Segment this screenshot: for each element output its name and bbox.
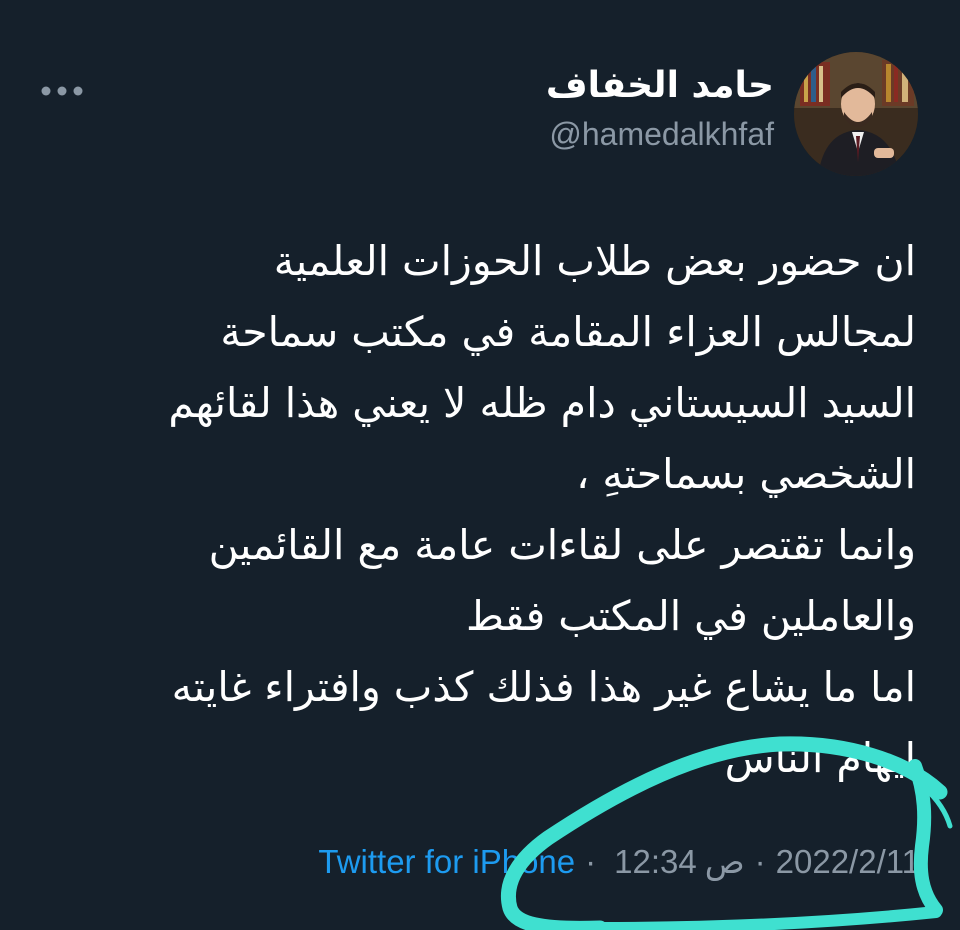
meta-separator: · [754, 843, 766, 880]
author-display-name[interactable]: حامد الخفاف [546, 62, 774, 110]
tweet-line: السيد السيستاني دام ظله لا يعني هذا لقائ… [168, 379, 916, 427]
avatar[interactable] [794, 52, 918, 176]
meta-separator: · [585, 843, 597, 880]
tweet-card: حامد الخفاف @hamedalkhfaf ان حضور بعض طل… [0, 0, 960, 930]
tweet-line: وانما تقتصر على لقاءات عامة مع القائمين [208, 521, 916, 569]
tweet-line: ايهام الناس [724, 734, 916, 782]
tweet-line: الشخصي بسماحتهِ ، [576, 450, 916, 498]
tweet-text: ان حضور بعض طلاب الحوزات العلمية لمجالس … [36, 226, 916, 794]
author-handle[interactable]: @hamedalkhfaf [549, 112, 774, 156]
time-period: ص [704, 843, 745, 880]
avatar-photo [794, 52, 918, 176]
more-options-button[interactable] [36, 76, 88, 106]
more-horizontal-icon [41, 86, 83, 96]
tweet-line: اما ما يشاع غير هذا فذلك كذب وافتراء غاي… [171, 663, 916, 711]
tweet-time[interactable]: ص12:34 [606, 838, 745, 886]
time-value: 12:34 [614, 843, 697, 880]
tweet-line: والعاملين في المكتب فقط [465, 592, 916, 640]
tweet-metadata: Twitter for iPhone · ص12:34 · 2022/2/11 [318, 838, 920, 886]
tweet-line: لمجالس العزاء المقامة في مكتب سماحة [220, 308, 916, 356]
tweet-source-link[interactable]: Twitter for iPhone [318, 838, 575, 886]
tweet-line: ان حضور بعض طلاب الحوزات العلمية [273, 237, 916, 285]
tweet-date[interactable]: 2022/2/11 [776, 838, 920, 886]
